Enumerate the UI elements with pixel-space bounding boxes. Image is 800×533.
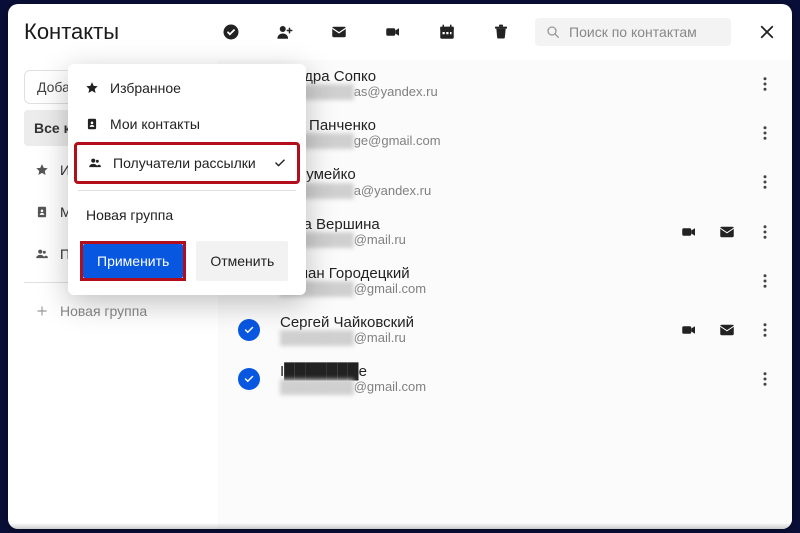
row-actions bbox=[680, 223, 774, 241]
row-checkbox[interactable] bbox=[238, 368, 260, 390]
checkcircle-icon[interactable] bbox=[221, 22, 241, 42]
people-icon bbox=[87, 155, 103, 171]
people-icon bbox=[34, 246, 50, 262]
mail-icon[interactable] bbox=[718, 223, 736, 241]
video-icon[interactable] bbox=[383, 22, 403, 42]
row-actions bbox=[756, 370, 774, 388]
apply-highlight: Применить bbox=[80, 241, 186, 281]
sidebar-item-label: Все к bbox=[34, 120, 71, 136]
calendar-icon[interactable] bbox=[437, 22, 457, 42]
contacts-window: Контакты bbox=[8, 4, 792, 529]
page-title: Контакты bbox=[24, 19, 119, 45]
star-icon bbox=[34, 162, 50, 178]
check-icon bbox=[273, 156, 287, 170]
adduser-icon[interactable] bbox=[275, 22, 295, 42]
row-actions bbox=[756, 173, 774, 191]
contact-name: Сергей Чайковский bbox=[280, 314, 414, 331]
contact-row[interactable]: Сергей Чайковский████████@mail.ru bbox=[218, 306, 792, 355]
contact-email: ████████@mail.ru bbox=[280, 331, 414, 346]
mail-icon[interactable] bbox=[718, 321, 736, 339]
toolbar bbox=[221, 22, 511, 42]
group-popup: Избранное Мои контакты Получатели рассыл… bbox=[68, 64, 306, 295]
bottom-shadow bbox=[8, 523, 792, 529]
popup-item-mycontacts[interactable]: Мои контакты bbox=[74, 106, 300, 142]
popup-item-label: Мои контакты bbox=[110, 116, 200, 132]
new-group-button[interactable]: Новая группа bbox=[24, 293, 206, 329]
more-icon[interactable] bbox=[756, 370, 774, 388]
star-icon bbox=[84, 80, 100, 96]
contact-name: I███████e bbox=[280, 363, 426, 380]
contact-email: ████████@gmail.com bbox=[280, 380, 426, 395]
popup-item-label: Получатели рассылки bbox=[113, 155, 256, 171]
video-icon[interactable] bbox=[680, 321, 698, 339]
popup-item-recipients[interactable]: Получатели рассылки bbox=[74, 142, 300, 184]
popup-item-favorites[interactable]: Избранное bbox=[74, 70, 300, 106]
more-icon[interactable] bbox=[756, 124, 774, 142]
search-placeholder: Поиск по контактам bbox=[569, 24, 697, 40]
search-icon bbox=[545, 24, 561, 40]
more-icon[interactable] bbox=[756, 272, 774, 290]
video-icon[interactable] bbox=[680, 223, 698, 241]
plus-icon bbox=[34, 303, 50, 319]
more-icon[interactable] bbox=[756, 321, 774, 339]
more-icon[interactable] bbox=[756, 173, 774, 191]
trash-icon[interactable] bbox=[491, 22, 511, 42]
contact-row[interactable]: I███████e████████@gmail.com bbox=[218, 355, 792, 404]
search-input[interactable]: Поиск по контактам bbox=[535, 18, 731, 46]
close-icon[interactable] bbox=[757, 22, 776, 42]
row-actions bbox=[756, 75, 774, 93]
more-icon[interactable] bbox=[756, 75, 774, 93]
row-actions bbox=[680, 321, 774, 339]
contact-info: Сергей Чайковский████████@mail.ru bbox=[280, 314, 414, 346]
contact-info: I███████e████████@gmail.com bbox=[280, 363, 426, 395]
new-group-label: Новая группа bbox=[60, 303, 147, 319]
mail-icon[interactable] bbox=[329, 22, 349, 42]
row-actions bbox=[756, 272, 774, 290]
cancel-button[interactable]: Отменить bbox=[196, 241, 288, 281]
book-icon bbox=[34, 204, 50, 220]
popup-new-group[interactable]: Новая группа bbox=[74, 197, 300, 233]
row-checkbox[interactable] bbox=[238, 319, 260, 341]
header: Контакты bbox=[8, 4, 792, 60]
apply-button[interactable]: Применить bbox=[83, 244, 183, 278]
popup-item-label: Избранное bbox=[110, 80, 181, 96]
book-icon bbox=[84, 116, 100, 132]
row-actions bbox=[756, 124, 774, 142]
popup-divider bbox=[78, 190, 296, 191]
more-icon[interactable] bbox=[756, 223, 774, 241]
